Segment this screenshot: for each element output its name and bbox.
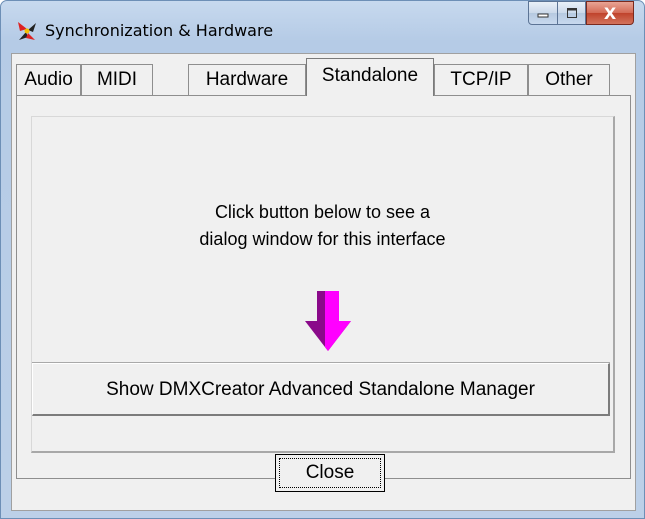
- tab-label: MIDI: [96, 69, 138, 90]
- tab-label: TCP/IP: [450, 69, 512, 90]
- close-button-label: Close: [279, 458, 381, 488]
- close-window-button[interactable]: X: [586, 1, 634, 25]
- tab-label: Audio: [24, 69, 73, 90]
- maximize-icon: [566, 8, 577, 18]
- window-title: Synchronization & Hardware: [45, 21, 274, 40]
- app-icon: [18, 22, 36, 40]
- caption-buttons: X: [528, 1, 634, 27]
- tab-label: Standalone: [321, 65, 419, 86]
- tab-label: Other: [545, 69, 593, 90]
- standalone-panel: Click button below to see a dialog windo…: [16, 95, 631, 479]
- client-area: Audio MIDI Hardware Standalone TCP/IP Ot…: [11, 53, 636, 511]
- show-standalone-manager-button[interactable]: Show DMXCreator Advanced Standalone Mana…: [32, 363, 610, 416]
- tab-other[interactable]: Other: [528, 64, 610, 95]
- title-bar[interactable]: Synchronization & Hardware X: [1, 1, 644, 53]
- info-text-line2: dialog window for this interface: [199, 229, 446, 249]
- tab-tcpip[interactable]: TCP/IP: [434, 64, 528, 95]
- maximize-button[interactable]: [558, 1, 586, 25]
- tab-audio[interactable]: Audio: [16, 64, 81, 95]
- tab-standalone[interactable]: Standalone: [306, 58, 434, 96]
- close-icon: X: [603, 3, 617, 23]
- tab-label: Hardware: [205, 69, 289, 90]
- close-button[interactable]: Close: [275, 454, 385, 492]
- tab-hardware[interactable]: Hardware: [188, 64, 306, 95]
- minimize-button[interactable]: [528, 1, 558, 25]
- minimize-icon: [537, 13, 549, 18]
- down-arrow-icon: [305, 291, 351, 351]
- dialog-window: Synchronization & Hardware X Audio MIDI …: [0, 0, 645, 519]
- tab-strip: Audio MIDI Hardware Standalone TCP/IP Ot…: [12, 58, 635, 96]
- standalone-group: Click button below to see a dialog windo…: [31, 116, 615, 453]
- tab-midi[interactable]: MIDI: [81, 64, 153, 95]
- info-text-line1: Click button below to see a: [214, 202, 431, 222]
